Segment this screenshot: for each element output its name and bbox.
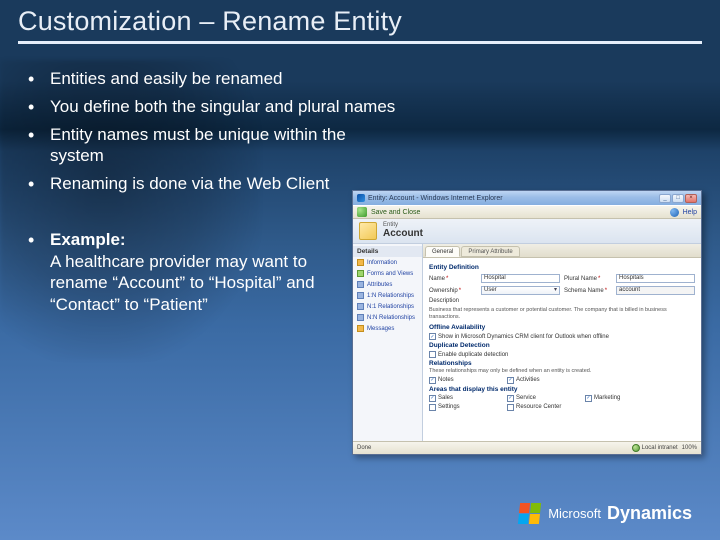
sidebar: Details Information Forms and Views Attr… (353, 244, 423, 441)
status-done: Done (357, 445, 371, 451)
bullet-item-example: Example: A healthcare provider may want … (28, 229, 348, 316)
zoom-level[interactable]: 100% (682, 445, 697, 451)
area-rc-label: Resource Center (516, 404, 561, 410)
sidebar-item-label: N:N Relationships (367, 315, 415, 321)
sidebar-item-information[interactable]: Information (353, 257, 422, 268)
sidebar-item-n1[interactable]: N:1 Relationships (353, 301, 422, 312)
entity-header: Entity Account (353, 219, 701, 244)
ie-favicon-icon (357, 194, 365, 202)
ie-window-title: Entity: Account - Windows Internet Explo… (368, 195, 656, 202)
bullet-item: Entity names must be unique within the s… (28, 124, 348, 168)
info-icon (357, 259, 364, 266)
save-close-icon (357, 207, 367, 217)
sidebar-item-label: Messages (367, 326, 394, 332)
activities-checkbox[interactable]: ✓ (507, 377, 514, 384)
tab-strip: General Primary Attribute (423, 244, 701, 258)
sidebar-item-label: Attributes (367, 282, 392, 288)
area-marketing-checkbox[interactable]: ✓ (585, 395, 592, 402)
name-label: Name* (429, 276, 477, 282)
ownership-select[interactable]: User (481, 286, 560, 295)
bullet-item: Entities and easily be renamed (28, 68, 702, 90)
plural-name-input[interactable]: Hospitals (616, 274, 695, 283)
tab-primary-attribute[interactable]: Primary Attribute (461, 246, 519, 257)
area-service-label: Service (516, 395, 536, 401)
section-areas: Areas that display this entity (429, 386, 695, 393)
dup-checkbox[interactable] (429, 351, 436, 358)
minimize-button[interactable]: _ (659, 194, 671, 203)
section-duplicate: Duplicate Detection (429, 342, 695, 349)
area-settings-label: Settings (438, 404, 460, 410)
entity-folder-icon (359, 222, 377, 240)
sidebar-item-nn[interactable]: N:N Relationships (353, 312, 422, 323)
area-rc-checkbox[interactable] (507, 404, 514, 411)
section-entity-definition: Entity Definition (429, 264, 695, 271)
ie-titlebar: Entity: Account - Windows Internet Explo… (353, 191, 701, 205)
rel-icon (357, 292, 364, 299)
brand-word-1: Microsoft (548, 506, 601, 521)
help-link[interactable]: Help (683, 209, 697, 216)
zone-icon (632, 444, 640, 452)
sidebar-item-messages[interactable]: Messages (353, 323, 422, 334)
schema-input: account (616, 286, 695, 295)
tab-general[interactable]: General (425, 246, 460, 257)
sidebar-item-label: Information (367, 260, 397, 266)
save-close-button[interactable]: Save and Close (371, 209, 420, 216)
forms-icon (357, 270, 364, 277)
attributes-icon (357, 281, 364, 288)
name-input[interactable]: Hospital (481, 274, 560, 283)
status-bar: Done Local intranet 100% (353, 441, 701, 454)
maximize-button[interactable]: □ (672, 194, 684, 203)
title-underline (18, 41, 702, 44)
notes-checkbox[interactable]: ✓ (429, 377, 436, 384)
ownership-label: Ownership* (429, 288, 477, 294)
brand-footer: Microsoft Dynamics (519, 503, 692, 524)
dup-label: Enable duplicate detection (438, 352, 508, 358)
description-text[interactable]: Business that represents a customer or p… (429, 307, 695, 320)
messages-icon (357, 325, 364, 332)
bullet-item: Renaming is done via the Web Client (28, 173, 348, 195)
sidebar-item-label: N:1 Relationships (367, 304, 414, 310)
rel-icon (357, 314, 364, 321)
description-label: Description (429, 298, 477, 304)
slide-title: Customization – Rename Entity (0, 0, 720, 41)
section-relationships: Relationships (429, 360, 695, 367)
form-panel: Entity Definition Name* Hospital Plural … (423, 258, 701, 441)
activities-label: Activities (516, 377, 540, 383)
area-service-checkbox[interactable]: ✓ (507, 395, 514, 402)
entity-name: Account (383, 228, 423, 239)
help-icon (670, 208, 679, 217)
relationships-note: These relationships may only be defined … (429, 368, 695, 375)
area-sales-checkbox[interactable]: ✓ (429, 395, 436, 402)
zone-label: Local intranet (642, 445, 678, 451)
example-label: Example: (50, 230, 126, 249)
close-button[interactable]: × (685, 194, 697, 203)
area-sales-label: Sales (438, 395, 453, 401)
offline-label: Show in Microsoft Dynamics CRM client fo… (438, 334, 609, 340)
bullet-item: You define both the singular and plural … (28, 96, 702, 118)
sidebar-item-label: 1:N Relationships (367, 293, 414, 299)
notes-label: Notes (438, 377, 454, 383)
brand-word-2: Dynamics (607, 503, 692, 524)
offline-checkbox[interactable]: ✓ (429, 333, 436, 340)
microsoft-flag-icon (518, 503, 541, 524)
ie-window: Entity: Account - Windows Internet Explo… (352, 190, 702, 455)
security-zone: Local intranet (632, 444, 678, 452)
rel-icon (357, 303, 364, 310)
sidebar-item-label: Forms and Views (367, 271, 413, 277)
bullet-list: Entities and easily be renamed You defin… (28, 68, 702, 195)
schema-label: Schema Name* (564, 288, 612, 294)
example-body: A healthcare provider may want to rename… (50, 252, 315, 315)
section-offline: Offline Availability (429, 324, 695, 331)
sidebar-item-1n[interactable]: 1:N Relationships (353, 290, 422, 301)
sidebar-heading: Details (353, 246, 422, 257)
crm-toolbar: Save and Close Help (353, 205, 701, 219)
plural-name-label: Plural Name* (564, 276, 612, 282)
area-settings-checkbox[interactable] (429, 404, 436, 411)
area-marketing-label: Marketing (594, 395, 620, 401)
sidebar-item-forms-views[interactable]: Forms and Views (353, 268, 422, 279)
sidebar-item-attributes[interactable]: Attributes (353, 279, 422, 290)
